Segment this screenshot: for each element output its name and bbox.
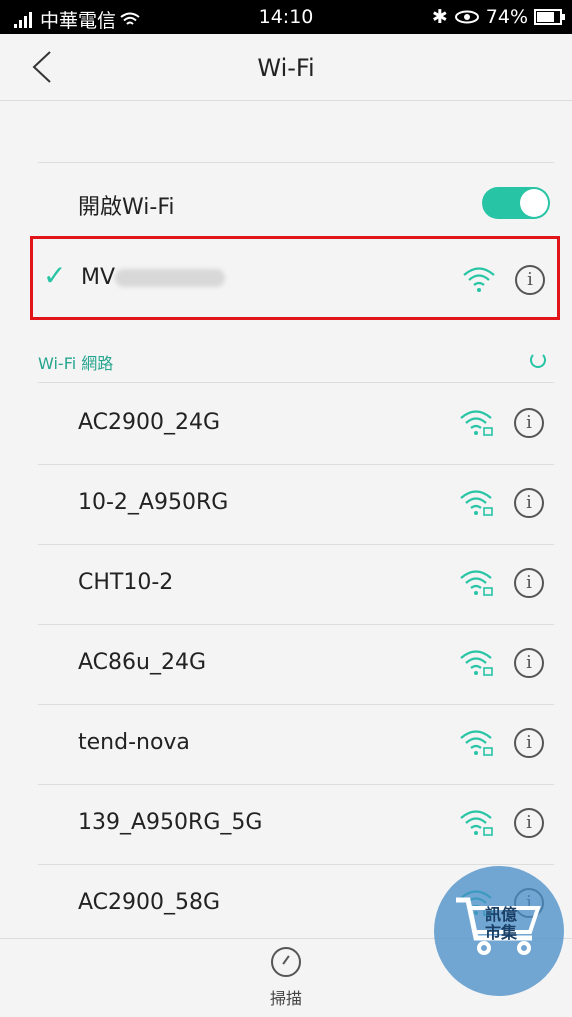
- wifi-locked-icon: [460, 730, 493, 756]
- wifi-toggle-label: 開啟Wi-Fi: [78, 195, 175, 220]
- info-icon[interactable]: i: [514, 568, 544, 598]
- wifi-networks-section-header: Wi-Fi 網路: [38, 340, 554, 383]
- network-name: AC2900_58G: [78, 890, 221, 915]
- network-row[interactable]: AC86u_24G i: [38, 624, 554, 705]
- wifi-locked-icon: [460, 570, 493, 596]
- network-row[interactable]: tend-nova i: [38, 704, 554, 785]
- info-icon[interactable]: i: [514, 408, 544, 438]
- scan-icon: [271, 947, 301, 977]
- eye-icon: [454, 10, 479, 24]
- check-icon: ✓: [43, 259, 67, 292]
- network-name: tend-nova: [78, 730, 190, 755]
- bluetooth-icon: ✱: [431, 6, 448, 28]
- app-bar: Wi-Fi: [0, 34, 572, 101]
- section-title: Wi-Fi 網路: [38, 354, 114, 373]
- info-icon[interactable]: i: [515, 265, 545, 295]
- wifi-toggle-row[interactable]: 開啟Wi-Fi: [38, 162, 554, 244]
- network-name-blur: [115, 269, 225, 287]
- network-name: 10-2_A950RG: [78, 490, 229, 515]
- network-name: 139_A950RG_5G: [78, 810, 263, 835]
- wifi-locked-icon: [460, 410, 493, 436]
- wifi-locked-icon: [460, 490, 493, 516]
- info-icon[interactable]: i: [514, 728, 544, 758]
- connected-network-row[interactable]: ✓ MV i: [30, 236, 560, 320]
- page-title: Wi-Fi: [257, 54, 315, 82]
- network-name: CHT10-2: [78, 570, 174, 595]
- network-row[interactable]: AC2900_24G i: [38, 384, 554, 465]
- network-row[interactable]: 139_A950RG_5G i: [38, 784, 554, 865]
- wifi-toggle-switch[interactable]: [482, 187, 550, 219]
- watermark-text: 訊億 市集: [484, 905, 517, 942]
- battery-percent: 74%: [485, 6, 528, 28]
- wifi-signal-icon: [463, 267, 495, 292]
- connected-network-name: MV: [81, 265, 116, 290]
- network-name: AC86u_24G: [78, 650, 207, 675]
- watermark-logo: 訊億 市集: [434, 866, 564, 996]
- status-bar: 中華電信 14:10 ✱ 74%: [0, 0, 572, 34]
- wifi-locked-icon: [460, 650, 493, 676]
- network-row[interactable]: CHT10-2 i: [38, 544, 554, 625]
- info-icon[interactable]: i: [514, 648, 544, 678]
- battery-icon: [534, 9, 565, 25]
- info-icon[interactable]: i: [514, 488, 544, 518]
- network-row[interactable]: 10-2_A950RG i: [38, 464, 554, 545]
- wifi-locked-icon: [460, 810, 493, 836]
- network-name: AC2900_24G: [78, 410, 221, 435]
- info-icon[interactable]: i: [514, 808, 544, 838]
- loading-spinner-icon: [530, 352, 546, 368]
